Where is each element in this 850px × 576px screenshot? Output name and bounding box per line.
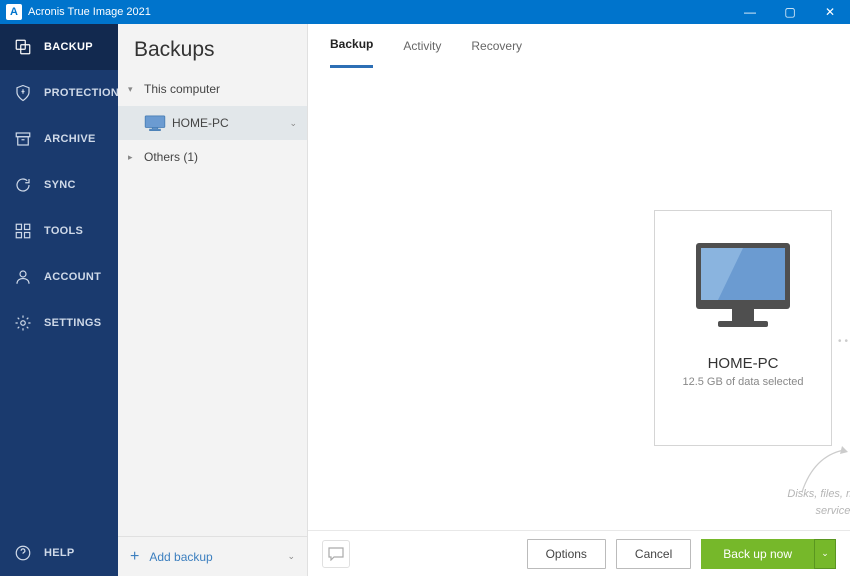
monitor-icon bbox=[144, 115, 166, 131]
sidebar-item-protection[interactable]: PROTECTION bbox=[0, 70, 118, 116]
archive-icon bbox=[14, 130, 32, 148]
plus-icon: + bbox=[130, 548, 139, 566]
sidebar-item-tools[interactable]: TOOLS bbox=[0, 208, 118, 254]
sidebar: BACKUP PROTECTION ARCHIVE SYNC TOOLS ACC… bbox=[0, 24, 118, 576]
maximize-button[interactable]: ▢ bbox=[770, 0, 810, 24]
backup-icon bbox=[14, 38, 32, 56]
close-button[interactable]: ✕ bbox=[810, 0, 850, 24]
tree-group-this-computer[interactable]: ▾ This computer bbox=[118, 72, 307, 106]
options-button[interactable]: Options bbox=[527, 539, 606, 569]
help-icon bbox=[14, 544, 32, 562]
sidebar-item-account[interactable]: ACCOUNT bbox=[0, 254, 118, 300]
app-title: Acronis True Image 2021 bbox=[28, 6, 730, 18]
tab-recovery[interactable]: Recovery bbox=[471, 25, 522, 67]
sidebar-label: ACCOUNT bbox=[44, 271, 101, 283]
sidebar-label: PROTECTION bbox=[44, 87, 119, 99]
sidebar-item-help[interactable]: HELP bbox=[0, 530, 118, 576]
titlebar: A Acronis True Image 2021 — ▢ ✕ bbox=[0, 0, 850, 24]
monitor-large-icon bbox=[688, 237, 798, 337]
chevron-down-icon[interactable]: ⌄ bbox=[287, 551, 295, 562]
main-area: Backup Activity Recovery HOME-PC 12.5 GB… bbox=[308, 24, 850, 576]
cancel-button[interactable]: Cancel bbox=[616, 539, 691, 569]
chevron-down-icon[interactable]: ⌄ bbox=[289, 118, 297, 129]
backups-panel: Backups ▾ This computer HOME-PC ⌄ ▸ Othe… bbox=[118, 24, 308, 576]
tree-item-home-pc[interactable]: HOME-PC ⌄ bbox=[118, 106, 307, 140]
source-subtitle: 12.5 GB of data selected bbox=[682, 376, 803, 388]
panel-heading: Backups bbox=[118, 24, 307, 72]
sidebar-item-archive[interactable]: ARCHIVE bbox=[0, 116, 118, 162]
sidebar-label: BACKUP bbox=[44, 41, 93, 53]
tab-activity[interactable]: Activity bbox=[403, 25, 441, 67]
tree-group-others[interactable]: ▸ Others (1) bbox=[118, 140, 307, 174]
sidebar-item-settings[interactable]: SETTINGS bbox=[0, 300, 118, 346]
chevron-down-icon: ▾ bbox=[128, 84, 138, 95]
sidebar-item-backup[interactable]: BACKUP bbox=[0, 24, 118, 70]
gear-icon bbox=[14, 314, 32, 332]
minimize-button[interactable]: — bbox=[730, 0, 770, 24]
tree-group-label: Others (1) bbox=[144, 150, 198, 164]
grid-icon bbox=[14, 222, 32, 240]
backup-now-dropdown[interactable]: ⌄ bbox=[814, 539, 836, 569]
content: HOME-PC 12.5 GB of data selected ••• → •… bbox=[308, 68, 850, 530]
sidebar-item-sync[interactable]: SYNC bbox=[0, 162, 118, 208]
chevron-right-icon: ▸ bbox=[128, 152, 138, 163]
sidebar-label: SYNC bbox=[44, 179, 76, 191]
hint-text: Disks, files, mobile devices, and clouds… bbox=[780, 486, 850, 519]
app-logo: A bbox=[6, 4, 22, 20]
tree-group-label: This computer bbox=[144, 82, 220, 96]
bottom-bar: Options Cancel Back up now ⌄ bbox=[308, 530, 850, 576]
sidebar-label: TOOLS bbox=[44, 225, 83, 237]
add-backup-button[interactable]: + Add backup ⌄ bbox=[118, 536, 307, 576]
sidebar-label: SETTINGS bbox=[44, 317, 101, 329]
sidebar-label: HELP bbox=[44, 547, 75, 559]
comment-icon bbox=[328, 547, 344, 561]
shield-icon bbox=[14, 84, 32, 102]
user-icon bbox=[14, 268, 32, 286]
tree-item-label: HOME-PC bbox=[172, 116, 229, 130]
backup-now-button[interactable]: Back up now bbox=[701, 539, 814, 569]
comment-button[interactable] bbox=[322, 540, 350, 568]
backup-source-card[interactable]: HOME-PC 12.5 GB of data selected bbox=[654, 210, 832, 446]
add-backup-label: Add backup bbox=[149, 550, 212, 564]
sidebar-label: ARCHIVE bbox=[44, 133, 96, 145]
source-title: HOME-PC bbox=[708, 355, 779, 372]
connector-dots: ••• bbox=[838, 336, 850, 347]
tabs: Backup Activity Recovery bbox=[308, 24, 850, 68]
tab-backup[interactable]: Backup bbox=[330, 23, 373, 68]
sync-icon bbox=[14, 176, 32, 194]
